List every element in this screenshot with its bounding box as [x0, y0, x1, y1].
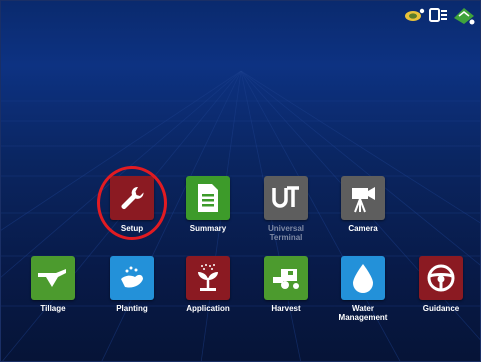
- app-label: Harvest: [271, 304, 301, 313]
- display-status-icon[interactable]: [429, 7, 449, 23]
- app-label: Summary: [189, 224, 227, 233]
- wrench-icon: [110, 176, 154, 220]
- water-drop-icon: [341, 256, 385, 300]
- app-label: Water Management: [338, 304, 388, 322]
- radio-signal-icon[interactable]: [452, 4, 476, 26]
- app-label: Tillage: [40, 304, 66, 313]
- app-universal-terminal[interactable]: Universal Terminal: [249, 176, 323, 242]
- app-summary[interactable]: Summary: [171, 176, 245, 233]
- app-camera[interactable]: Camera: [326, 176, 400, 233]
- plow-icon: [31, 256, 75, 300]
- ut-icon: [264, 176, 308, 220]
- seed-hand-icon: [110, 256, 154, 300]
- app-guidance[interactable]: Guidance: [404, 256, 478, 313]
- app-setup[interactable]: Setup: [95, 176, 169, 233]
- sprout-spray-icon: [186, 256, 230, 300]
- app-water-management[interactable]: Water Management: [326, 256, 400, 322]
- app-label: Application: [186, 304, 230, 313]
- app-label: Guidance: [422, 304, 460, 313]
- document-icon: [186, 176, 230, 220]
- home-screen: Setup Summary Universal Terminal Camera …: [0, 0, 481, 362]
- app-application[interactable]: Application: [171, 256, 245, 313]
- app-label: Setup: [120, 224, 144, 233]
- combine-icon: [264, 256, 308, 300]
- app-planting[interactable]: Planting: [95, 256, 169, 313]
- camera-icon: [341, 176, 385, 220]
- app-label: Camera: [348, 224, 378, 233]
- app-label: Universal Terminal: [267, 224, 305, 242]
- app-label: Planting: [116, 304, 148, 313]
- gps-satellite-icon[interactable]: [404, 7, 426, 23]
- app-tillage[interactable]: Tillage: [16, 256, 90, 313]
- steering-wheel-icon: [419, 256, 463, 300]
- status-bar: [404, 3, 476, 27]
- app-harvest[interactable]: Harvest: [249, 256, 323, 313]
